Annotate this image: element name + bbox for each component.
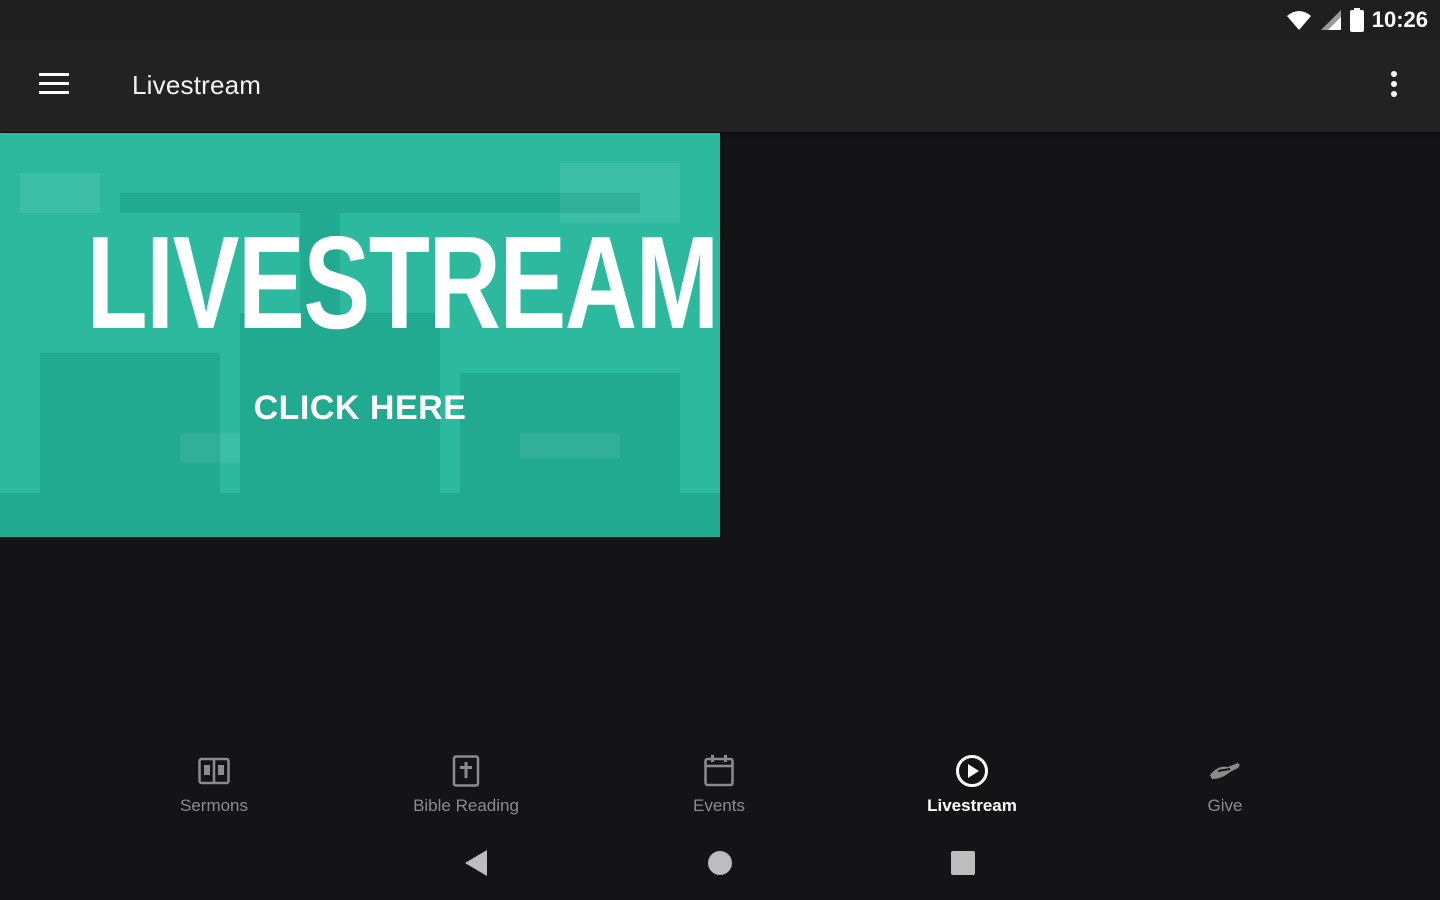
nav-label: Bible Reading [413, 796, 519, 815]
recents-button[interactable] [943, 848, 983, 882]
nav-label: Events [693, 796, 745, 815]
more-vertical-icon [1390, 70, 1398, 103]
home-circle-icon [707, 850, 733, 881]
banner-title: LIVESTREAM [86, 209, 719, 356]
menu-button[interactable] [26, 64, 82, 108]
home-button[interactable] [700, 848, 740, 882]
nav-label: Sermons [179, 796, 249, 815]
nav-label: Livestream [927, 796, 1017, 815]
nav-item-sermons[interactable]: Sermons [114, 754, 314, 826]
nav-item-bible-reading[interactable]: Bible Reading [366, 754, 566, 826]
hamburger-icon [39, 72, 69, 100]
banner-cta: CLICK HERE [253, 389, 467, 427]
page-title: Livestream [132, 70, 262, 100]
livestream-banner[interactable]: LIVESTREAM CLICK HERE [0, 133, 720, 537]
recents-square-icon [950, 850, 976, 881]
wifi-icon [1286, 9, 1312, 31]
nav-label: Give [1207, 796, 1243, 815]
overflow-menu-button[interactable] [1372, 64, 1416, 108]
status-bar: 10:26 [0, 0, 1440, 40]
back-triangle-icon [463, 849, 489, 882]
nav-item-events[interactable]: Events [619, 754, 819, 826]
play-circle-icon [955, 754, 989, 788]
status-time: 10:26 [1371, 7, 1428, 32]
back-button[interactable] [456, 848, 496, 882]
bottom-navigation: Sermons Bible Reading Events Livestream … [0, 740, 1440, 830]
system-navigation-bar [0, 830, 1440, 900]
status-icons: 10:26 [1286, 6, 1428, 34]
calendar-icon [702, 754, 736, 788]
cell-signal-icon [1320, 9, 1342, 31]
nav-item-livestream[interactable]: Livestream [872, 754, 1072, 826]
battery-icon [1349, 8, 1364, 32]
hand-give-icon [1208, 754, 1242, 788]
bible-icon [449, 754, 483, 788]
nav-item-give[interactable]: Give [1125, 754, 1325, 826]
book-open-icon [197, 754, 231, 788]
app-bar: Livestream [0, 40, 1440, 132]
